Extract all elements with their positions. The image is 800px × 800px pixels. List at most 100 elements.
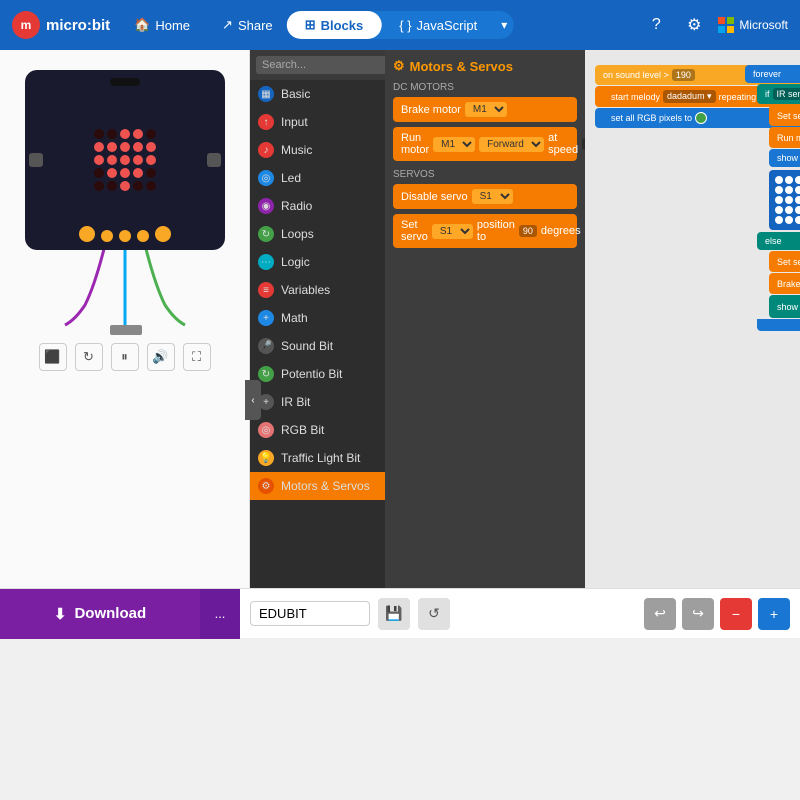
brake-motor-block[interactable]: Brake motor M1 bbox=[393, 97, 577, 122]
redo-button[interactable]: ↪ bbox=[682, 598, 714, 630]
download-button[interactable]: ⬇ Download bbox=[0, 589, 200, 639]
led-0-3 bbox=[133, 129, 143, 139]
search-input[interactable] bbox=[256, 56, 385, 74]
tab-javascript[interactable]: { } JavaScript bbox=[381, 12, 495, 39]
zoom-in-button[interactable]: + bbox=[758, 598, 790, 630]
sound-bit-icon: 🎤 bbox=[258, 338, 274, 354]
rgb-bit-icon: ◎ bbox=[258, 422, 274, 438]
category-potentio[interactable]: ↻ Potentio Bit bbox=[250, 360, 385, 388]
set-servo-pos-block[interactable]: Set servo S1 ▾ position to 46 degrees bbox=[769, 105, 800, 126]
category-traffic-label: Traffic Light Bit bbox=[281, 451, 360, 465]
settings-icon: ⚙ bbox=[687, 15, 701, 35]
else-body: Set servo S1 ▾ position to 128 degrees B… bbox=[757, 251, 800, 318]
home-icon: 🏠 bbox=[134, 17, 150, 33]
led-0-4 bbox=[146, 129, 156, 139]
led-3-2 bbox=[120, 168, 130, 178]
home-label: Home bbox=[155, 18, 190, 33]
category-variables[interactable]: ≡ Variables bbox=[250, 276, 385, 304]
restart-button[interactable]: ⬛ bbox=[39, 343, 67, 371]
undo-button[interactable]: ↩ bbox=[644, 598, 676, 630]
servo-select-2[interactable]: S1 bbox=[432, 224, 473, 239]
category-led[interactable]: ◎ Led bbox=[250, 164, 385, 192]
blocks-panel: ⚙ Motors & Servos DC Motors Brake motor … bbox=[385, 50, 585, 588]
led-1-2 bbox=[120, 142, 130, 152]
ws-led-0-2 bbox=[795, 176, 800, 184]
collapse-panel-button[interactable]: ‹ bbox=[245, 380, 261, 420]
forever-block[interactable]: forever bbox=[745, 65, 800, 83]
mute-button[interactable]: 🔊 bbox=[147, 343, 175, 371]
servos-section: Servos bbox=[393, 169, 577, 180]
run-motor-block[interactable]: Run motor M1 Forward at speed 128 bbox=[393, 127, 577, 161]
brake-motor-else-block[interactable]: Brake motor M1 ▾ bbox=[769, 273, 800, 294]
button-a[interactable] bbox=[29, 153, 43, 167]
category-logic[interactable]: ⋯ Logic bbox=[250, 248, 385, 276]
led-4-3 bbox=[133, 181, 143, 191]
category-math[interactable]: + Math bbox=[250, 304, 385, 332]
potentio-icon: ↻ bbox=[258, 366, 274, 382]
else-block[interactable]: else bbox=[757, 232, 800, 250]
category-ir-bit[interactable]: + IR Bit bbox=[250, 388, 385, 416]
category-sound-bit[interactable]: 🎤 Sound Bit bbox=[250, 332, 385, 360]
search-box: 🔍 bbox=[250, 50, 385, 80]
help-button[interactable]: ? bbox=[642, 11, 670, 39]
disable-servo-block[interactable]: Disable servo S1 bbox=[393, 184, 577, 209]
category-logic-label: Logic bbox=[281, 255, 310, 269]
pause-button[interactable]: ⏸ bbox=[111, 343, 139, 371]
led-4-0 bbox=[94, 181, 104, 191]
category-radio-label: Radio bbox=[281, 199, 312, 213]
category-traffic-light[interactable]: 💡 Traffic Light Bit bbox=[250, 444, 385, 472]
radio-icon: ◉ bbox=[258, 198, 274, 214]
fullscreen-button[interactable]: ⛶ bbox=[183, 343, 211, 371]
play-button[interactable]: ↻ bbox=[75, 343, 103, 371]
sync-icon: ↺ bbox=[428, 605, 440, 622]
motors-servos-icon: ⚙ bbox=[258, 478, 274, 494]
direction-select[interactable]: Forward bbox=[479, 137, 544, 152]
minus-icon: − bbox=[732, 606, 740, 622]
servo-select-1[interactable]: S1 bbox=[472, 189, 513, 204]
settings-button[interactable]: ⚙ bbox=[680, 11, 708, 39]
undo-icon: ↩ bbox=[654, 605, 666, 622]
ws-led-0-0 bbox=[775, 176, 783, 184]
home-button[interactable]: 🏠 Home bbox=[126, 13, 198, 37]
set-servo-block[interactable]: Set servo S1 position to 90 degrees bbox=[393, 214, 577, 248]
logo-text: micro:bit bbox=[46, 17, 110, 34]
dropdown-arrow-icon[interactable]: ▾ bbox=[495, 18, 513, 32]
show-arrow-block[interactable]: show arrow fast bbox=[769, 295, 800, 318]
category-input[interactable]: ↑ Input bbox=[250, 108, 385, 136]
led-display-workspace bbox=[769, 170, 800, 230]
if-block[interactable]: if IR sensor triggered then bbox=[757, 84, 800, 104]
show-leds-block[interactable]: show leds bbox=[769, 149, 800, 167]
zoom-out-button[interactable]: − bbox=[720, 598, 752, 630]
led-1-1 bbox=[107, 142, 117, 152]
bottom-input-area: 💾 ↺ bbox=[240, 598, 644, 630]
motor-select-2[interactable]: M1 bbox=[433, 137, 475, 152]
category-motors-servos[interactable]: ⚙ Motors & Servos bbox=[250, 472, 385, 500]
button-b[interactable] bbox=[207, 153, 221, 167]
redo-icon: ↪ bbox=[692, 605, 704, 622]
category-rgb-bit[interactable]: ◎ RGB Bit bbox=[250, 416, 385, 444]
top-nav: m micro:bit 🏠 Home ↗ Share ⊞ Blocks { } … bbox=[0, 0, 800, 50]
categories-panel: 🔍 ▦ Basic ↑ Input ♪ Music ◎ Led ◉ Radio … bbox=[250, 50, 385, 588]
category-loops[interactable]: ↻ Loops bbox=[250, 220, 385, 248]
motor-select-1[interactable]: M1 bbox=[465, 102, 507, 117]
simulator-panel: ⬛ ↻ ⏸ 🔊 ⛶ bbox=[0, 50, 250, 588]
category-basic[interactable]: ▦ Basic bbox=[250, 80, 385, 108]
ws-led-2-2 bbox=[795, 196, 800, 204]
category-radio[interactable]: ◉ Radio bbox=[250, 192, 385, 220]
save-button[interactable]: 💾 bbox=[378, 598, 410, 630]
sync-button[interactable]: ↺ bbox=[418, 598, 450, 630]
ws-led-0-1 bbox=[785, 176, 793, 184]
share-button[interactable]: ↗ Share bbox=[214, 13, 281, 37]
color-swatch[interactable] bbox=[695, 112, 707, 124]
ws-led-2-0 bbox=[775, 196, 783, 204]
set-servo-pos-else-block[interactable]: Set servo S1 ▾ position to 128 degrees bbox=[769, 251, 800, 272]
ws-led-1-1 bbox=[785, 186, 793, 194]
project-name-input[interactable] bbox=[250, 601, 370, 626]
main-area: ⬛ ↻ ⏸ 🔊 ⛶ ‹ 🔍 ▦ Basic ↑ Input ♪ Music ◎ … bbox=[0, 50, 800, 588]
ws-led-grid bbox=[775, 176, 800, 224]
more-button[interactable]: ... bbox=[200, 589, 240, 639]
tab-blocks[interactable]: ⊞ Blocks bbox=[287, 11, 382, 39]
led-1-4 bbox=[146, 142, 156, 152]
category-music[interactable]: ♪ Music bbox=[250, 136, 385, 164]
run-motor-ws-block[interactable]: Run motor M1 ▾ Forward ▾ at speed 128 bbox=[769, 127, 800, 148]
